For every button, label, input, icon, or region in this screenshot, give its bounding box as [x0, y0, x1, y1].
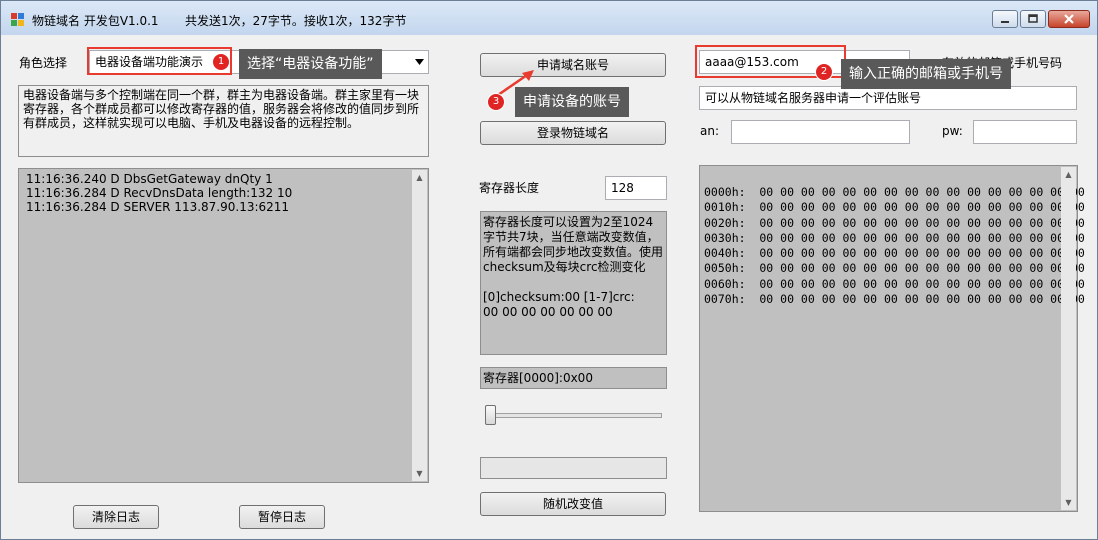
pw-input[interactable]	[973, 120, 1077, 144]
window-title: 物链域名 开发包V1.0.1	[32, 14, 159, 28]
slider-thumb[interactable]	[485, 405, 496, 425]
minimize-button[interactable]	[992, 10, 1018, 28]
pw-label: pw:	[942, 124, 963, 138]
clear-log-button[interactable]: 清除日志	[73, 505, 159, 529]
scroll-down-icon[interactable]: ▼	[412, 466, 427, 481]
hex-rows: 0000h: 00 00 00 00 00 00 00 00 00 00 00 …	[704, 185, 1085, 307]
login-button[interactable]: 登录物链域名	[480, 121, 666, 145]
info-text-field: 可以从物链域名服务器申请一个评估账号	[699, 86, 1077, 110]
role-label: 角色选择	[19, 56, 68, 70]
close-button[interactable]	[1048, 10, 1090, 28]
role-description: 电器设备端与多个控制端在同一个群，群主为电器设备端。群主家里有一块寄存器，各个群…	[18, 85, 429, 157]
scroll-up-icon[interactable]: ▲	[412, 170, 427, 185]
hex-scrollbar[interactable]: ▲ ▼	[1061, 167, 1076, 510]
log-panel[interactable]: 11:16:36.240 D DbsGetGateway dnQty 1 11:1…	[18, 168, 429, 483]
slider-track	[486, 413, 662, 418]
log-line: 11:16:36.284 D RecvDnsData length:132 10	[26, 186, 293, 200]
register-readout: 寄存器[0000]:0x00	[480, 367, 667, 389]
maximize-button[interactable]	[1020, 10, 1046, 28]
step2-badge: 2	[815, 63, 833, 81]
maximize-icon	[1028, 14, 1038, 23]
close-icon	[1064, 14, 1074, 24]
app-logo-icon	[11, 13, 24, 26]
progress-bar	[480, 457, 667, 479]
hex-row: 0050h: 00 00 00 00 00 00 00 00 00 00 00 …	[704, 261, 1085, 276]
title-bar: 物链域名 开发包V1.0.1 共发送1次，27字节。接收1次，132字节	[1, 1, 1097, 35]
an-label: an:	[700, 124, 720, 138]
step3-badge: 3	[487, 93, 505, 111]
step1-callout: 选择“电器设备功能”	[239, 49, 382, 79]
register-info-panel: 寄存器长度可以设置为2至1024字节共7块，当任意端改变数值，所有端都会同步地改…	[480, 211, 667, 355]
log-line: 11:16:36.284 D SERVER 113.87.90.13:6211	[26, 200, 290, 214]
hex-row: 0020h: 00 00 00 00 00 00 00 00 00 00 00 …	[704, 215, 1085, 230]
scroll-down-icon[interactable]: ▼	[1061, 495, 1076, 510]
register-length-label: 寄存器长度	[479, 181, 540, 195]
hex-row: 0070h: 00 00 00 00 00 00 00 00 00 00 00 …	[704, 292, 1085, 307]
hex-row: 0060h: 00 00 00 00 00 00 00 00 00 00 00 …	[704, 276, 1085, 291]
scroll-up-icon[interactable]: ▲	[1061, 167, 1076, 182]
chevron-down-icon	[415, 59, 424, 65]
an-input[interactable]	[731, 120, 910, 144]
log-lines: 11:16:36.240 D DbsGetGateway dnQty 1 11:1…	[26, 172, 421, 214]
hex-viewer[interactable]: 0000h: 00 00 00 00 00 00 00 00 00 00 00 …	[699, 165, 1085, 512]
step2-callout: 输入正确的邮箱或手机号	[841, 59, 1011, 89]
log-scrollbar[interactable]: ▲ ▼	[412, 170, 427, 481]
pause-log-button[interactable]: 暂停日志	[239, 505, 325, 529]
register-length-input[interactable]: 128	[605, 176, 667, 200]
hex-row: 0000h: 00 00 00 00 00 00 00 00 00 00 00 …	[704, 185, 1085, 199]
hex-row: 0040h: 00 00 00 00 00 00 00 00 00 00 00 …	[704, 246, 1085, 261]
random-change-button[interactable]: 随机改变值	[480, 492, 666, 516]
register-info-text: 寄存器长度可以设置为2至1024字节共7块，当任意端改变数值，所有端都会同步地改…	[483, 215, 664, 274]
register-checksum-text: [0]checksum:00 [1-7]crc:	[483, 290, 635, 304]
hex-row: 0030h: 00 00 00 00 00 00 00 00 00 00 00 …	[704, 230, 1085, 245]
hex-row: 0010h: 00 00 00 00 00 00 00 00 00 00 00 …	[704, 200, 1085, 215]
minimize-icon	[1001, 21, 1009, 23]
log-line: 11:16:36.240 D DbsGetGateway dnQty 1	[26, 172, 273, 186]
step1-highlight	[87, 47, 232, 75]
step1-badge: 1	[212, 53, 230, 71]
step3-callout: 申请设备的账号	[515, 87, 629, 117]
register-slider[interactable]	[480, 403, 667, 429]
register-crc-text: 00 00 00 00 00 00 00	[483, 305, 613, 319]
transfer-status: 共发送1次，27字节。接收1次，132字节	[185, 14, 407, 28]
app-window: 物链域名 开发包V1.0.1 共发送1次，27字节。接收1次，132字节 角色选…	[0, 0, 1098, 540]
